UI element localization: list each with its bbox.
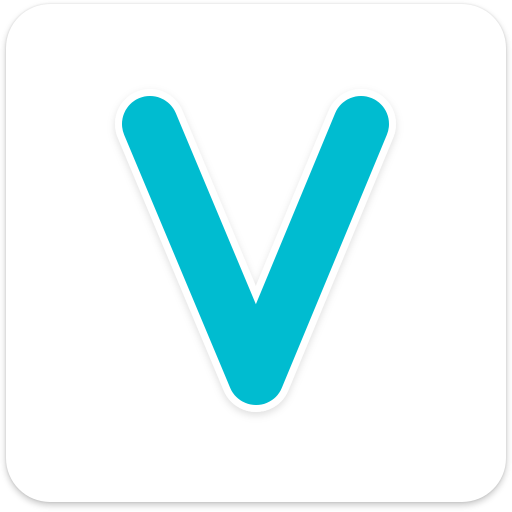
icon-canvas — [0, 0, 512, 512]
v-logo-shape — [122, 96, 389, 405]
v-logo-icon — [115, 89, 396, 412]
